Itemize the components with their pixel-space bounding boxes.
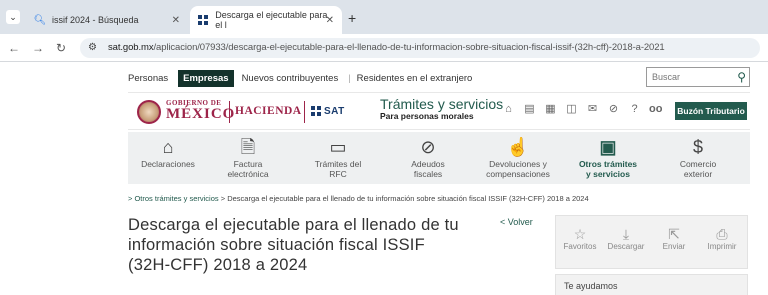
- new-tab-button[interactable]: +: [348, 11, 356, 25]
- category-tramites-rfc[interactable]: ▭ Trámites del RFC: [298, 136, 378, 179]
- nav-nuevos-contribuyentes[interactable]: Nuevos contribuyentes: [242, 73, 339, 84]
- te-ayudamos-label: Te ayudamos: [564, 281, 618, 291]
- tripadvisor-icon[interactable]: oo: [649, 103, 662, 116]
- breadcrumb-current: > Descarga el ejecutable para el llenado…: [218, 194, 589, 203]
- breadcrumb: > Otros trámites y servicios > Descarga …: [128, 194, 589, 203]
- page-content: Personas Empresas Nuevos contribuyentes …: [0, 62, 768, 295]
- nav-separator: |: [348, 72, 351, 84]
- category-bar: ⌂ Declaraciones 🗎︎ Factura electrónica ▭ …: [128, 132, 750, 184]
- browser-tab-bar: ⌄ 🔍︎ issif 2024 - Búsqueda ✕ Descarga el…: [0, 0, 768, 34]
- mexico-seal-icon: [137, 100, 161, 124]
- invoice-icon: 🗎︎: [240, 137, 256, 157]
- hacienda-logo[interactable]: HACIENDA: [235, 105, 302, 117]
- close-tab-icon[interactable]: ✕: [326, 15, 334, 26]
- search-icon: 🔍︎: [33, 14, 47, 26]
- print-icon: ⎙: [716, 226, 728, 242]
- category-declaraciones[interactable]: ⌂ Declaraciones: [128, 136, 208, 169]
- category-comercio-exterior[interactable]: $ Comercio exterior: [658, 136, 738, 179]
- category-factura-electronica[interactable]: 🗎︎ Factura electrónica: [208, 136, 288, 179]
- buzon-tributario-button[interactable]: Buzón Tributario: [675, 102, 747, 120]
- sat-logo[interactable]: SAT: [310, 105, 345, 117]
- breadcrumb-link-otros-tramites[interactable]: > Otros trámites y servicios: [128, 194, 219, 203]
- download-icon: ⤓: [622, 226, 630, 242]
- share-icon: ⇱: [668, 226, 680, 242]
- hand-pointer-icon: ☝: [506, 137, 530, 157]
- search-icon[interactable]: ⚲: [737, 70, 746, 84]
- help-icon[interactable]: ?: [628, 103, 641, 116]
- nav-empresas[interactable]: Empresas: [178, 69, 234, 87]
- tab-title: issif 2024 - Búsqueda: [52, 15, 139, 25]
- building-icon: ⌂: [162, 137, 174, 157]
- address-bar: ← → ↻ ⚙ sat.gob.mx/aplicacion/07933/desc…: [0, 34, 768, 62]
- descargar-button[interactable]: ⤓ Descargar: [604, 226, 648, 251]
- tab-title: Descarga el ejecutable para el l: [215, 10, 328, 30]
- close-tab-icon[interactable]: ✕: [172, 15, 180, 26]
- url-text: sat.gob.mx/aplicacion/07933/descarga-el-…: [108, 42, 665, 53]
- logo-divider: [229, 101, 230, 123]
- nav-personas[interactable]: Personas: [128, 73, 168, 84]
- category-otros-tramites[interactable]: ▣ Otros trámites y servicios: [568, 136, 648, 179]
- tab-search-menu-icon[interactable]: ⌄: [6, 10, 20, 24]
- volver-link[interactable]: < Volver: [500, 217, 533, 227]
- mail-icon[interactable]: ✉: [586, 103, 599, 116]
- brand-bar: GOBIERNO DE MÉXICO HACIENDA SAT Trámites…: [128, 92, 750, 130]
- id-card-icon: ▭: [329, 137, 347, 157]
- nav-residentes-extranjero[interactable]: Residentes en el extranjero: [357, 73, 473, 84]
- tab-sat-descarga[interactable]: Descarga el ejecutable para el l ✕: [190, 6, 342, 34]
- debt-icon: ⊘: [420, 137, 436, 157]
- enviar-button[interactable]: ⇱ Enviar: [652, 226, 696, 251]
- utility-icons: ⌂ ▤ ▦ ◫ ✉ ⊘ ? oo: [502, 103, 670, 116]
- audience-nav: Personas Empresas Nuevos contribuyentes …: [128, 68, 482, 88]
- logo-divider: [304, 101, 305, 123]
- search-placeholder: Buscar: [652, 72, 681, 82]
- te-ayudamos-panel: Te ayudamos: [555, 274, 748, 295]
- news-icon[interactable]: ▤: [523, 103, 536, 116]
- site-settings-icon[interactable]: ⚙: [88, 42, 97, 53]
- back-icon[interactable]: ←: [8, 41, 20, 55]
- sat-dots-icon: [310, 105, 322, 117]
- favoritos-button[interactable]: ☆ Favoritos: [558, 226, 602, 251]
- home-icon[interactable]: ⌂: [502, 103, 515, 116]
- computer-icon: ▣: [599, 137, 617, 157]
- coin-icon: $: [692, 137, 703, 157]
- reload-icon[interactable]: ↻: [56, 41, 66, 55]
- page-title: Descarga el ejecutable para el llenado d…: [128, 216, 459, 274]
- compass-icon[interactable]: ⊘: [607, 103, 620, 116]
- star-icon: ☆: [573, 226, 587, 242]
- forward-icon[interactable]: →: [32, 41, 44, 55]
- search-input[interactable]: Buscar ⚲: [646, 67, 750, 87]
- category-adeudos-fiscales[interactable]: ⊘ Adeudos fiscales: [388, 136, 468, 179]
- imprimir-button[interactable]: ⎙ Imprimir: [700, 226, 744, 251]
- book-icon[interactable]: ◫: [565, 103, 578, 116]
- tab-issif-search[interactable]: 🔍︎ issif 2024 - Búsqueda ✕: [26, 6, 188, 34]
- gobierno-de-mexico-logo[interactable]: GOBIERNO DE MÉXICO: [166, 99, 235, 122]
- sat-favicon-icon: [198, 14, 209, 26]
- calendar-icon[interactable]: ▦: [544, 103, 557, 116]
- url-field[interactable]: ⚙ sat.gob.mx/aplicacion/07933/descarga-e…: [80, 38, 760, 58]
- tramites-heading: Trámites y servicios Para personas moral…: [380, 96, 504, 121]
- category-devoluciones[interactable]: ☝ Devoluciones y compensaciones: [478, 136, 558, 179]
- actions-panel: ☆ Favoritos ⤓ Descargar ⇱ Enviar ⎙ Imprimir: [555, 215, 748, 269]
